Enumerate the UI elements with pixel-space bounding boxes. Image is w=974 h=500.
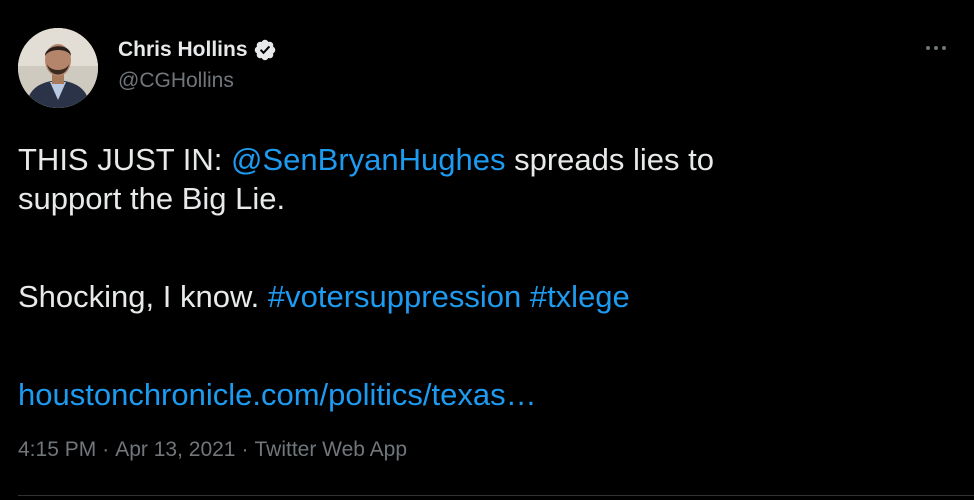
profile-photo-icon (18, 28, 98, 108)
tweet-line-3: Shocking, I know. #votersuppression #txl… (18, 277, 948, 316)
more-options-button[interactable] (920, 36, 952, 60)
author-display-name[interactable]: Chris Hollins (118, 38, 248, 62)
avatar[interactable] (18, 28, 98, 108)
tweet-text: THIS JUST IN: @SenBryanHughes spreads li… (18, 140, 948, 414)
tweet-line-2: support the Big Lie. (18, 181, 286, 216)
tweet-text-prefix: THIS JUST IN: (18, 142, 232, 177)
meta-separator: · (241, 438, 249, 461)
tweet-text-suffix: spreads lies to (505, 142, 714, 177)
tweet-line-1: THIS JUST IN: @SenBryanHughes spreads li… (18, 140, 948, 179)
author-handle[interactable]: @CGHollins (118, 69, 234, 93)
author-name-row: Chris Hollins (118, 36, 277, 64)
tweet-line-4: houstonchronicle.com/politics/texas… (18, 375, 948, 414)
article-url-link[interactable]: houstonchronicle.com/politics/texas… (18, 377, 537, 412)
tweet-text-line3: Shocking, I know. (18, 279, 268, 314)
tweet-card: Chris Hollins @CGHollins THIS JUST IN: @… (0, 0, 974, 500)
meta-separator: · (102, 438, 110, 461)
tweet-metadata: 4:15 PM · Apr 13, 2021 · Twitter Web App (18, 438, 407, 462)
hashtag-link[interactable]: #txlege (530, 279, 630, 314)
mention-link[interactable]: @SenBryanHughes (231, 142, 505, 177)
divider (18, 495, 974, 496)
source-link[interactable]: Twitter Web App (254, 438, 407, 462)
date-link[interactable]: Apr 13, 2021 (115, 438, 235, 462)
hashtag-link[interactable]: #votersuppression (268, 279, 521, 314)
verified-badge-icon (253, 38, 277, 62)
more-horizontal-icon (926, 46, 946, 50)
timestamp-link[interactable]: 4:15 PM (18, 438, 96, 462)
